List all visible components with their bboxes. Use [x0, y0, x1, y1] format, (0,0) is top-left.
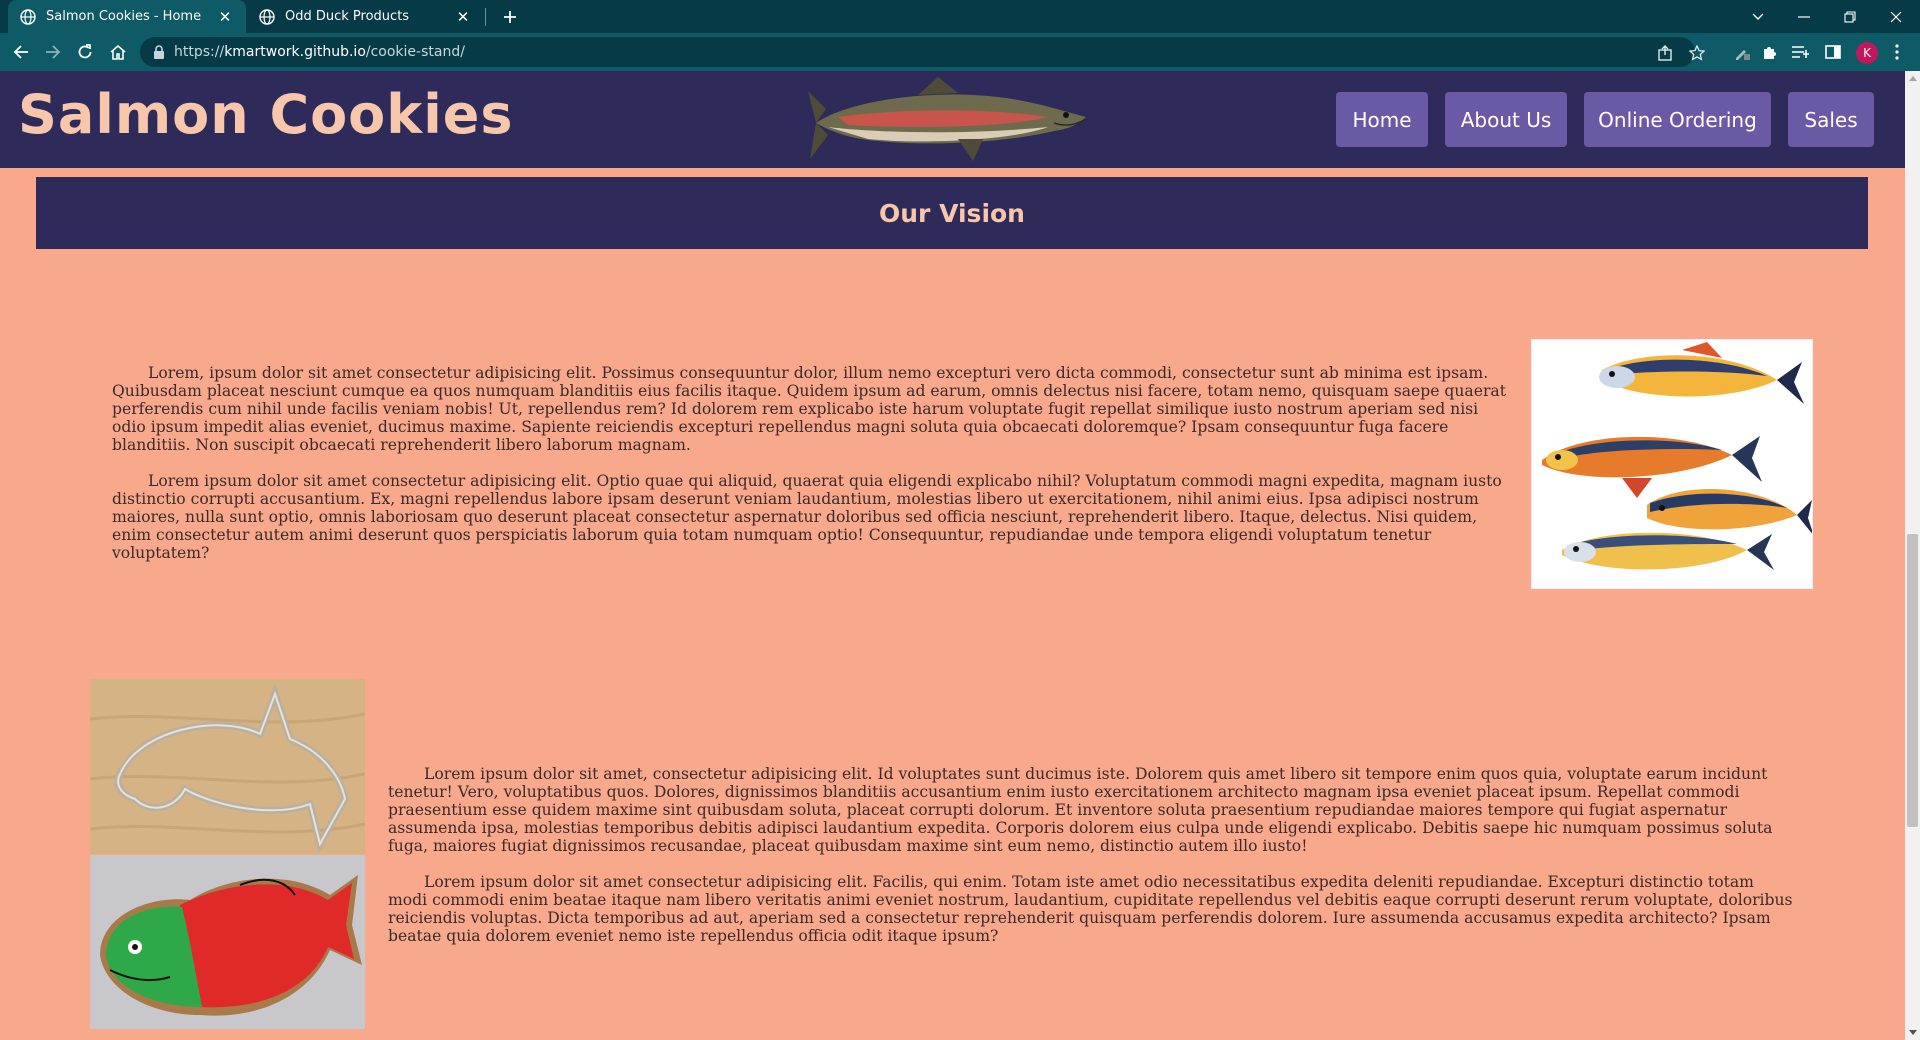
- tab-search-icon[interactable]: [1735, 0, 1781, 33]
- tab-salmon-cookies[interactable]: Salmon Cookies - Home ✕: [8, 0, 246, 33]
- tab-close-icon[interactable]: ✕: [216, 8, 234, 26]
- close-window-icon[interactable]: [1873, 0, 1919, 33]
- globe-icon: [259, 8, 275, 25]
- url-text: https://kmartwork.github.io/cookie-stand…: [174, 44, 465, 60]
- paragraph: Lorem ipsum dolor sit amet consectetur a…: [112, 472, 1502, 562]
- paragraph: Lorem ipsum dolor sit amet, consectetur …: [388, 765, 1773, 855]
- vision-banner: Our Vision: [36, 177, 1868, 249]
- reading-list-icon[interactable]: [1789, 41, 1811, 63]
- tab-close-icon[interactable]: ✕: [454, 8, 472, 26]
- scrollbar-thumb[interactable]: [1907, 534, 1918, 827]
- arrow-left-icon[interactable]: [7, 38, 35, 66]
- puzzle-icon[interactable]: [1759, 41, 1781, 63]
- home-icon[interactable]: [104, 38, 132, 66]
- arrow-right-icon[interactable]: [39, 38, 67, 66]
- vision-section-2: Lorem ipsum dolor sit amet, consectetur …: [388, 765, 1793, 945]
- url-scheme: https://: [174, 44, 225, 60]
- vision-heading: Our Vision: [879, 198, 1025, 228]
- scroll-up-arrow-icon[interactable]: [1905, 71, 1920, 86]
- side-panel-icon[interactable]: [1822, 41, 1844, 63]
- url-host: kmartwork.github.io: [224, 44, 366, 60]
- profile-avatar[interactable]: K: [1856, 42, 1878, 64]
- tab-separator: [485, 8, 486, 26]
- site-header: Salmon Cookies Home About Us Online Orde…: [0, 71, 1905, 168]
- scroll-down-arrow-icon[interactable]: [1905, 1025, 1920, 1040]
- browser-toolbar: https://kmartwork.github.io/cookie-stand…: [0, 33, 1920, 71]
- tab-odd-duck[interactable]: Odd Duck Products ✕: [247, 0, 484, 33]
- url-path: /cookie-stand/: [365, 44, 465, 60]
- reload-icon[interactable]: [71, 38, 99, 66]
- tab-title: Salmon Cookies - Home: [46, 9, 202, 24]
- address-bar[interactable]: https://kmartwork.github.io/cookie-stand…: [140, 37, 1705, 67]
- page-scrollbar[interactable]: [1905, 71, 1920, 1040]
- paragraph: Lorem ipsum dolor sit amet consectetur a…: [388, 873, 1793, 945]
- kebab-menu-icon[interactable]: [1886, 41, 1908, 63]
- extension-pen-icon[interactable]: [1731, 41, 1753, 63]
- tab-title: Odd Duck Products: [285, 9, 410, 24]
- salmon-sugar-cookie-image: [90, 855, 365, 1029]
- salmon-logo-image: [808, 77, 1087, 161]
- nav-online-ordering[interactable]: Online Ordering: [1584, 92, 1771, 147]
- new-tab-icon[interactable]: [497, 4, 523, 30]
- star-icon[interactable]: [1686, 42, 1708, 64]
- vision-section-1: Lorem, ipsum dolor sit amet consectetur …: [112, 364, 1507, 562]
- lock-icon[interactable]: [152, 44, 166, 60]
- page-viewport: Salmon Cookies Home About Us Online Orde…: [0, 71, 1905, 1040]
- tab-strip: Salmon Cookies - Home ✕ Odd Duck Product…: [0, 0, 1920, 33]
- minimize-icon[interactable]: [1781, 0, 1827, 33]
- site-title: Salmon Cookies: [18, 83, 514, 146]
- paragraph: Lorem, ipsum dolor sit amet consectetur …: [112, 364, 1506, 454]
- share-icon[interactable]: [1654, 42, 1676, 64]
- nav-about-us[interactable]: About Us: [1445, 92, 1567, 147]
- nav-sales[interactable]: Sales: [1788, 92, 1874, 147]
- restore-icon[interactable]: [1827, 0, 1873, 33]
- nav-home[interactable]: Home: [1336, 92, 1428, 147]
- salmon-cookie-cutter-image: [90, 679, 365, 854]
- colorful-fish-illustration: [1531, 339, 1813, 589]
- globe-icon: [20, 8, 36, 25]
